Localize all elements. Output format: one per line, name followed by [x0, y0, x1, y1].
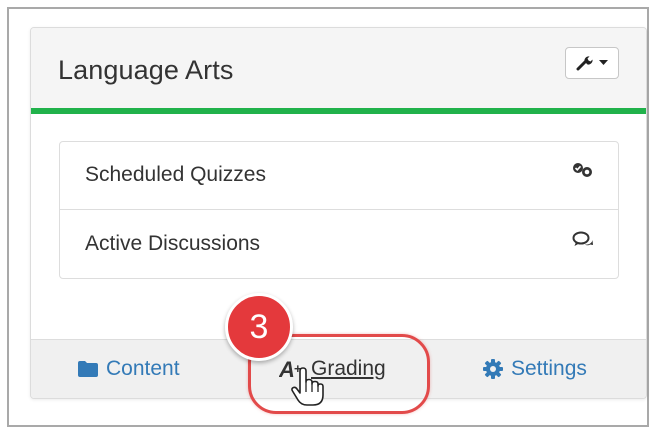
course-header: Language Arts — [31, 28, 646, 114]
settings-link-label: Settings — [511, 357, 587, 380]
gear-icon — [483, 359, 503, 379]
course-card: Language Arts Scheduled Quizzes Active D… — [30, 27, 647, 399]
step-number-badge: 3 — [225, 293, 293, 361]
folder-icon — [78, 361, 98, 377]
list-item-active-discussions[interactable]: Active Discussions — [60, 211, 618, 279]
list-item-label: Scheduled Quizzes — [85, 163, 266, 186]
course-title: Language Arts — [58, 55, 234, 85]
course-tools-button[interactable] — [565, 47, 619, 79]
hand-pointer-icon — [291, 367, 324, 406]
content-link[interactable]: Content — [78, 357, 180, 381]
comments-icon — [572, 231, 593, 246]
wrench-icon — [576, 56, 593, 71]
chevron-down-icon — [599, 60, 608, 65]
settings-link[interactable]: Settings — [483, 357, 587, 381]
list-item-scheduled-quizzes[interactable]: Scheduled Quizzes — [60, 142, 618, 210]
content-link-label: Content — [106, 357, 180, 380]
course-activity-list: Scheduled Quizzes Active Discussions — [59, 141, 619, 279]
course-footer: Content A + Grading Settings — [31, 339, 646, 398]
list-item-label: Active Discussions — [85, 232, 261, 255]
quizzes-icon — [573, 163, 592, 177]
